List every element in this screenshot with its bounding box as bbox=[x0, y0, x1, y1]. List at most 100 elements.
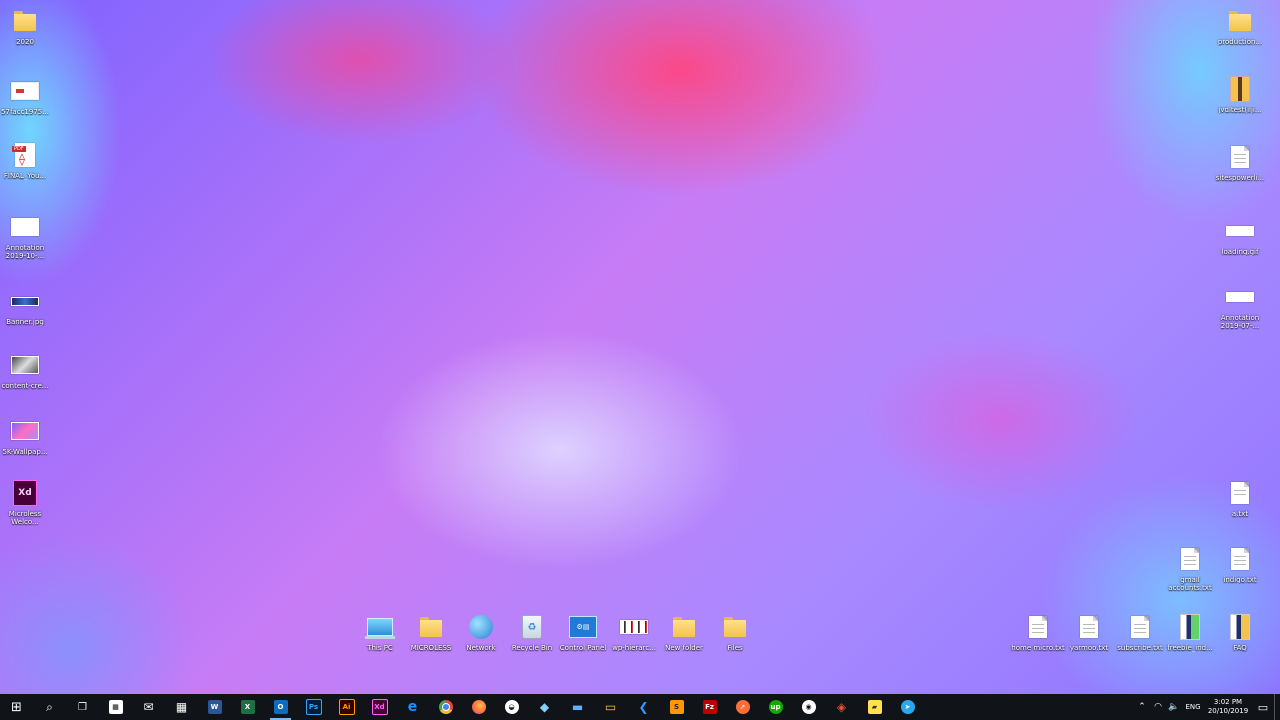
task-view-icon: ❐ bbox=[78, 701, 87, 713]
photoshop-app[interactable]: Ps bbox=[297, 694, 330, 720]
filezilla-app[interactable]: Fz bbox=[693, 694, 726, 720]
desktop-icon-a-txt[interactable]: a.txt bbox=[1211, 478, 1269, 538]
paint-icon: ◆ bbox=[539, 700, 550, 714]
firefox-app[interactable] bbox=[462, 694, 495, 720]
git-icon: ◈ bbox=[836, 700, 847, 714]
desktop-icon-microless-welcome-xd[interactable]: Xd Microless Welco... bbox=[0, 478, 54, 538]
mail-app[interactable]: ✉ bbox=[132, 694, 165, 720]
postman-app[interactable]: ➚ bbox=[726, 694, 759, 720]
desktop-icon-annotation-2019-07[interactable]: Annotation 2019-07-... bbox=[1211, 282, 1269, 342]
text-file-icon bbox=[1225, 478, 1255, 508]
desktop-icon-2020-folder[interactable]: 2020 bbox=[0, 6, 54, 66]
icon-label: Annotation 2019-10-... bbox=[5, 244, 45, 260]
sublime-app[interactable]: S bbox=[660, 694, 693, 720]
illustrator-app[interactable]: Ai bbox=[330, 694, 363, 720]
paint-app[interactable]: ◆ bbox=[528, 694, 561, 720]
upwork-app[interactable]: up bbox=[759, 694, 792, 720]
folder-icon bbox=[10, 6, 40, 36]
photoshop-icon: Ps bbox=[305, 699, 322, 715]
desktop-icon-yarmoo-txt[interactable]: yarmoo.txt bbox=[1060, 612, 1118, 672]
desktop-icon-final-pdf[interactable]: PDF ⟠ FINAL_You... bbox=[0, 140, 54, 200]
desktop-icon-production-folder[interactable]: production... bbox=[1211, 6, 1269, 66]
photos-app[interactable]: ◒ bbox=[495, 694, 528, 720]
desktop-icon-sitespowerli-txt[interactable]: sitespowerli... bbox=[1211, 142, 1269, 202]
vscode-app[interactable]: ❮ bbox=[627, 694, 660, 720]
archive-icon bbox=[1225, 612, 1255, 642]
language-indicator[interactable]: ENG bbox=[1182, 703, 1204, 711]
desktop-icon-this-pc[interactable]: This PC bbox=[351, 612, 409, 672]
show-hidden-icons-chevron-icon[interactable]: ⌃ bbox=[1134, 702, 1150, 712]
icon-label: home micro.txt bbox=[1011, 644, 1065, 652]
xd-app[interactable]: Xd bbox=[363, 694, 396, 720]
icon-label: a.txt bbox=[1231, 510, 1249, 518]
image-thumbnail-icon bbox=[1225, 216, 1255, 246]
chrome-app[interactable] bbox=[429, 694, 462, 720]
clock-date: 20/10/2019 bbox=[1207, 707, 1249, 715]
edge-app[interactable]: e bbox=[396, 694, 429, 720]
icon-label: yarmoo.txt bbox=[1069, 644, 1109, 652]
outlook-app[interactable]: O bbox=[264, 694, 297, 720]
upwork-icon: up bbox=[768, 700, 783, 714]
control-panel-icon: ⚙▤ bbox=[568, 612, 598, 642]
desktop-icon-control-panel[interactable]: ⚙▤ Control Panel bbox=[554, 612, 612, 672]
text-file-icon bbox=[1175, 544, 1205, 574]
search-icon: ⌕ bbox=[46, 699, 53, 714]
desktop-icon-home-micro-txt[interactable]: home micro.txt bbox=[1009, 612, 1067, 672]
image-thumbnail-icon bbox=[10, 350, 40, 380]
user-folder-icon bbox=[416, 612, 446, 642]
desktop-icon-files-folder[interactable]: Files bbox=[706, 612, 764, 672]
icon-label: Files bbox=[727, 644, 743, 652]
desktop-icon-image-57facc[interactable]: 57facc1975... bbox=[0, 76, 54, 136]
obs-app[interactable]: ◉ bbox=[792, 694, 825, 720]
edge-icon: e bbox=[407, 699, 418, 715]
action-center-icon[interactable]: ▭ bbox=[1252, 701, 1274, 714]
word-icon: W bbox=[207, 700, 222, 714]
text-file-icon bbox=[1074, 612, 1104, 642]
word-app[interactable]: W bbox=[198, 694, 231, 720]
telegram-icon: ➤ bbox=[900, 700, 915, 714]
icon-label: 57facc1975... bbox=[1, 108, 49, 116]
network-wifi-icon[interactable]: ◠ bbox=[1150, 702, 1166, 712]
calculator-icon: ▦ bbox=[175, 700, 188, 714]
desktop-icon-annotation-2019-10[interactable]: Annotation 2019-10-... bbox=[0, 212, 54, 272]
adobe-xd-icon: Xd bbox=[10, 478, 40, 508]
show-desktop-button[interactable] bbox=[1274, 694, 1280, 720]
desktop-icon-recycle-bin[interactable]: ♻ Recycle Bin bbox=[503, 612, 561, 672]
illustrator-icon: Ai bbox=[338, 699, 355, 715]
telegram-app[interactable]: ➤ bbox=[891, 694, 924, 720]
desktop-icon-new-folder[interactable]: New folder bbox=[655, 612, 713, 672]
desktop-icon-network[interactable]: Network bbox=[452, 612, 510, 672]
icon-label: Banner.jpg bbox=[6, 318, 44, 326]
computer-icon bbox=[365, 612, 395, 642]
desktop-icon-content-cre[interactable]: content-cre... bbox=[0, 350, 54, 410]
icon-label: sitespowerli... bbox=[1215, 174, 1265, 182]
icon-label: New folder bbox=[665, 644, 703, 652]
desktop-icon-faq-archive[interactable]: FAQ bbox=[1211, 612, 1269, 672]
task-view-button[interactable]: ❐ bbox=[66, 694, 99, 720]
clock[interactable]: 3:02 PM 20/10/2019 bbox=[1204, 698, 1252, 716]
icon-label: production... bbox=[1217, 38, 1263, 46]
remote-desktop-app[interactable]: ▬ bbox=[561, 694, 594, 720]
volume-icon[interactable]: 🔈 bbox=[1166, 702, 1182, 712]
sticky-notes-app[interactable]: ▰ bbox=[858, 694, 891, 720]
file-explorer-app[interactable]: ▭ bbox=[594, 694, 627, 720]
excel-app[interactable]: X bbox=[231, 694, 264, 720]
image-thumbnail-icon bbox=[10, 416, 40, 446]
folder-icon bbox=[1225, 6, 1255, 36]
mail-icon: ✉ bbox=[143, 700, 154, 714]
icon-label: FAQ bbox=[1233, 644, 1247, 652]
git-app[interactable]: ◈ bbox=[825, 694, 858, 720]
search-button[interactable]: ⌕ bbox=[33, 694, 66, 720]
store-app[interactable]: ▦ bbox=[99, 694, 132, 720]
desktop-icon-jvdltest-archive[interactable]: jvdltest(ilji... bbox=[1211, 74, 1269, 134]
desktop-icon-banner-jpg[interactable]: Banner.jpg bbox=[0, 286, 54, 346]
desktop-icon-indigo-txt[interactable]: indigo.txt bbox=[1211, 544, 1269, 604]
calculator-app[interactable]: ▦ bbox=[165, 694, 198, 720]
desktop-icon-5k-wallpaper[interactable]: 5K-Wallpap... bbox=[0, 416, 54, 476]
desktop[interactable]: 2020 57facc1975... PDF ⟠ FINAL_You... Ann… bbox=[0, 0, 1280, 694]
desktop-icon-loading-gif[interactable]: loading.gif bbox=[1211, 216, 1269, 276]
icon-label: content-cre... bbox=[1, 382, 49, 390]
xd-icon: Xd bbox=[371, 699, 388, 715]
start-button[interactable]: ⊞ bbox=[0, 694, 33, 720]
remote-desktop-icon: ▬ bbox=[571, 700, 584, 714]
